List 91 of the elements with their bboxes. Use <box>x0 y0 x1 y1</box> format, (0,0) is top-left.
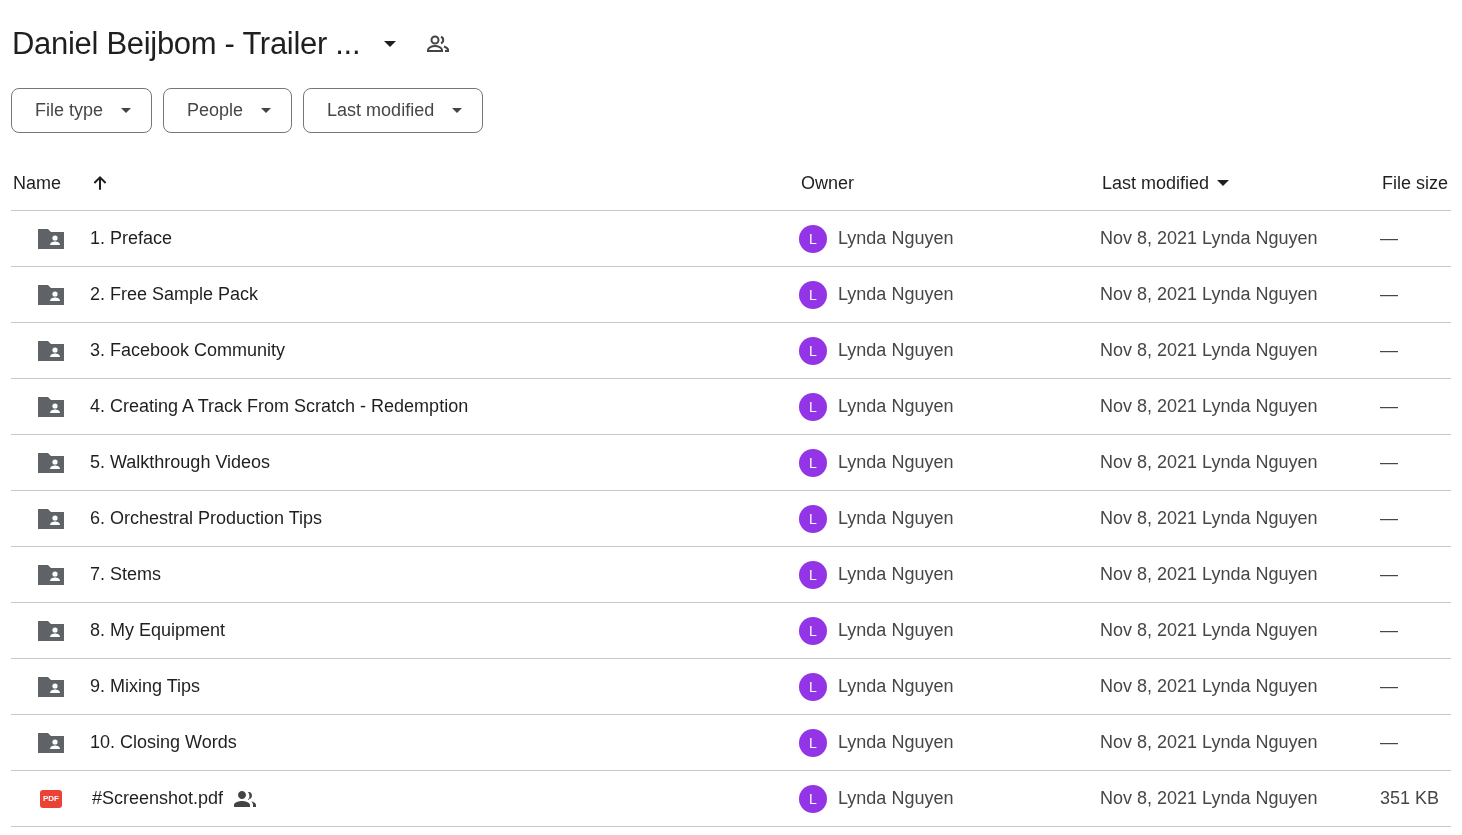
filter-chip[interactable]: People <box>163 88 293 133</box>
modified-date: Nov 8, 2021 <box>1100 396 1198 416</box>
shared-folder-icon <box>36 450 66 475</box>
shared-folder-icon <box>36 562 66 587</box>
file-name[interactable]: 9. Mixing Tips <box>90 676 201 697</box>
folder-title: Daniel Beijbom - Trailer ... <box>12 26 361 62</box>
modified-date: Nov 8, 2021 <box>1100 564 1198 584</box>
file-name[interactable]: 6. Orchestral Production Tips <box>90 508 323 529</box>
shared-folder-icon <box>36 730 66 755</box>
owner-name: Lynda Nguyen <box>838 676 954 697</box>
modified-date: Nov 8, 2021 <box>1100 676 1198 696</box>
modified-date: Nov 8, 2021 <box>1100 620 1198 640</box>
owner-name: Lynda Nguyen <box>838 340 954 361</box>
sort-ascending-arrow-icon[interactable] <box>91 174 109 192</box>
owner-avatar: L <box>799 448 827 477</box>
owner-name: Lynda Nguyen <box>838 396 954 417</box>
file-size: — <box>1380 284 1398 304</box>
modified-by: Lynda Nguyen <box>1202 788 1318 808</box>
modified-by: Lynda Nguyen <box>1202 564 1318 584</box>
caret-icon <box>452 108 463 113</box>
shared-folder-icon <box>36 282 66 307</box>
modified-by: Lynda Nguyen <box>1202 732 1318 752</box>
owner-name: Lynda Nguyen <box>838 508 954 529</box>
sort-descending-caret-icon[interactable] <box>1217 180 1230 186</box>
owner-name: Lynda Nguyen <box>838 788 954 809</box>
shared-folder-icon <box>36 338 66 363</box>
shared-folder-icon <box>36 506 66 531</box>
file-name[interactable]: 8. My Equipment <box>90 620 226 641</box>
owner-name: Lynda Nguyen <box>838 452 954 473</box>
column-header[interactable]: Owner <box>801 172 854 194</box>
filter-chip[interactable]: File type <box>11 88 153 133</box>
column-header[interactable]: Last modified <box>1102 172 1210 194</box>
file-name[interactable]: 7. Stems <box>90 564 162 585</box>
modified-date: Nov 8, 2021 <box>1100 340 1198 360</box>
modified-by: Lynda Nguyen <box>1202 340 1318 360</box>
owner-name: Lynda Nguyen <box>838 284 954 305</box>
owner-name: Lynda Nguyen <box>838 732 954 753</box>
owner-avatar: L <box>799 784 827 813</box>
owner-name: Lynda Nguyen <box>838 564 954 585</box>
file-size: — <box>1380 452 1398 472</box>
filter-chip[interactable]: Last modified <box>303 88 484 133</box>
owner-avatar: L <box>799 616 827 645</box>
file-name[interactable]: 3. Facebook Community <box>90 340 286 361</box>
modified-by: Lynda Nguyen <box>1202 396 1318 416</box>
modified-by: Lynda Nguyen <box>1202 508 1318 528</box>
modified-date: Nov 8, 2021 <box>1100 228 1198 248</box>
file-name[interactable]: 5. Walkthrough Videos <box>90 452 271 473</box>
modified-date: Nov 8, 2021 <box>1100 508 1198 528</box>
file-size: — <box>1380 676 1398 696</box>
modified-date: Nov 8, 2021 <box>1100 284 1198 304</box>
owner-avatar: L <box>799 504 827 533</box>
owner-name: Lynda Nguyen <box>838 228 954 249</box>
owner-avatar: L <box>799 672 827 701</box>
file-size: 351 KB <box>1380 788 1440 808</box>
modified-by: Lynda Nguyen <box>1202 676 1318 696</box>
file-size: — <box>1380 228 1398 248</box>
owner-avatar: L <box>799 224 827 253</box>
modified-by: Lynda Nguyen <box>1202 284 1318 304</box>
caret-icon <box>261 108 272 113</box>
file-size: — <box>1380 508 1398 528</box>
modified-date: Nov 8, 2021 <box>1100 452 1198 472</box>
modified-by: Lynda Nguyen <box>1202 228 1318 248</box>
caret-icon <box>121 108 132 113</box>
owner-name: Lynda Nguyen <box>838 620 954 641</box>
shared-folder-icon <box>36 674 66 699</box>
column-header[interactable]: Name <box>13 172 61 194</box>
file-name[interactable]: 10. Closing Words <box>90 732 237 753</box>
shared-folder-icon <box>36 618 66 643</box>
file-size: — <box>1380 396 1398 416</box>
file-name[interactable]: 4. Creating A Track From Scratch - Redemption <box>90 396 469 417</box>
owner-avatar: L <box>799 392 827 421</box>
file-name[interactable]: 1. Preface <box>90 228 173 249</box>
shared-folder-icon <box>36 394 66 419</box>
column-header[interactable]: File size <box>1382 172 1448 194</box>
file-size: — <box>1380 620 1398 640</box>
owner-avatar: L <box>799 728 827 757</box>
modified-by: Lynda Nguyen <box>1202 452 1318 472</box>
modified-date: Nov 8, 2021 <box>1100 732 1198 752</box>
file-name[interactable]: #Screenshot.pdf <box>92 788 224 809</box>
file-size: — <box>1380 732 1398 752</box>
owner-avatar: L <box>799 560 827 589</box>
caret-icon <box>384 41 397 47</box>
modified-by: Lynda Nguyen <box>1202 620 1318 640</box>
file-size: — <box>1380 340 1398 360</box>
file-size: — <box>1380 564 1398 584</box>
owner-avatar: L <box>799 336 827 365</box>
owner-avatar: L <box>799 280 827 309</box>
modified-date: Nov 8, 2021 <box>1100 788 1198 808</box>
file-name[interactable]: 2. Free Sample Pack <box>90 284 259 305</box>
pdf-file-icon: PDF <box>40 789 62 808</box>
shared-folder-icon <box>36 226 66 251</box>
